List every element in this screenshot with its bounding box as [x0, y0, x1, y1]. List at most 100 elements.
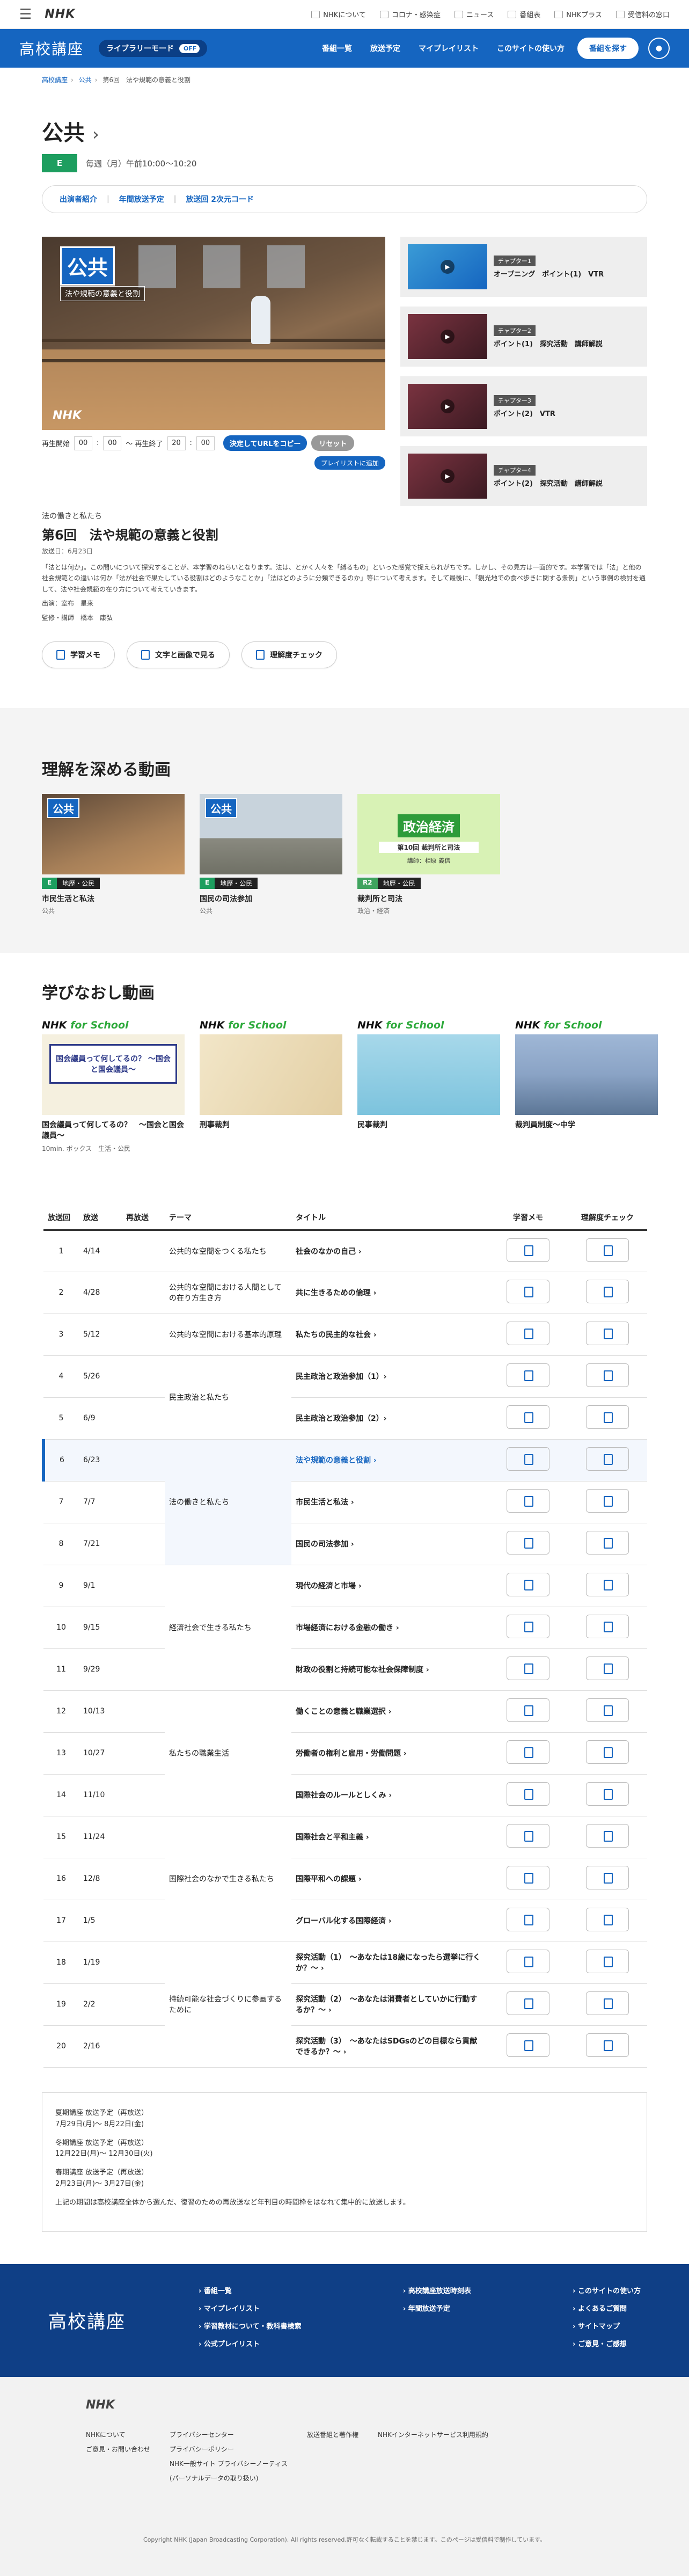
- link-schedule[interactable]: 番組表: [508, 9, 540, 19]
- quiz-check-button[interactable]: [586, 1447, 629, 1471]
- episode-title-link[interactable]: 探究活動（3） ～あなたはSDGsのどの目標なら貢献できるか？～ ›: [296, 2037, 477, 2056]
- episode-title-link[interactable]: 社会のなかの自己 ›: [296, 1247, 362, 1256]
- quiz-check-button[interactable]: [586, 1489, 629, 1513]
- quiz-check-button[interactable]: [586, 1991, 629, 2016]
- episode-title-link[interactable]: 私たちの民主的な社会 ›: [296, 1331, 377, 1339]
- study-memo-pdf-button[interactable]: [507, 1950, 549, 1974]
- quiz-check-button[interactable]: [586, 1322, 629, 1346]
- menu-icon[interactable]: ☰: [19, 6, 32, 23]
- quiz-check-button[interactable]: [586, 1908, 629, 1932]
- video-frame[interactable]: 公共 法や規範の意義と役割 NHK: [42, 237, 385, 430]
- quiz-check-button[interactable]: [586, 1782, 629, 1806]
- study-memo-pdf-button[interactable]: [507, 1405, 549, 1429]
- episode-title-link[interactable]: 民主政治と政治参加（1）›: [296, 1373, 387, 1381]
- quiz-check-button[interactable]: [586, 1866, 629, 1890]
- episode-title-link[interactable]: 財政の役割と持続可能な社会保障制度 ›: [296, 1666, 429, 1674]
- quiz-check-button[interactable]: [586, 1698, 629, 1723]
- episode-title-link[interactable]: 労働者の権利と雇用・労働問題 ›: [296, 1749, 407, 1758]
- episode-title-link[interactable]: 民主政治と政治参加（2）›: [296, 1414, 387, 1423]
- study-memo-pdf-button[interactable]: [507, 1740, 549, 1764]
- episode-title-link[interactable]: 探究活動（2） ～あなたは消費者としていかに行動するか？～ ›: [296, 1995, 477, 2015]
- copy-url-button[interactable]: 決定してURLをコピー: [223, 435, 307, 451]
- quiz-check-button[interactable]: [586, 1531, 629, 1555]
- episode-title-link[interactable]: グローバル化する国際経済 ›: [296, 1917, 392, 1925]
- study-memo-pdf-button[interactable]: [507, 1866, 549, 1890]
- user-icon[interactable]: ●: [648, 38, 670, 59]
- library-mode-toggle[interactable]: ライブラリーモード OFF: [99, 40, 208, 57]
- video-card[interactable]: NHK for School 裁判員制度～中学: [515, 1019, 658, 1153]
- episode-title-link[interactable]: 現代の経済と市場 ›: [296, 1582, 362, 1590]
- video-card[interactable]: 公共 E 地歴・公民 市民生活と私法 公共: [42, 793, 185, 915]
- episode-title-link[interactable]: 市場経済における金融の働き ›: [296, 1624, 399, 1632]
- episode-title-link[interactable]: 法や規範の意義と役割 ›: [296, 1456, 377, 1465]
- study-memo-pdf-button[interactable]: [507, 1615, 549, 1639]
- video-card[interactable]: 政治経済 第10回 裁判所と司法 講師：相原 義信 R2 地歴・公民 裁判所と司法 政…: [357, 793, 500, 915]
- breadcrumb-home[interactable]: 高校講座: [42, 76, 68, 84]
- start-second-input[interactable]: 00: [103, 436, 122, 450]
- link-about-nhk[interactable]: NHKについて: [311, 9, 366, 19]
- study-memo-pdf-button[interactable]: [507, 1656, 549, 1681]
- reset-button[interactable]: リセット: [311, 435, 355, 451]
- episode-title-link[interactable]: 国際社会と平和主義 ›: [296, 1833, 369, 1842]
- video-card[interactable]: NHK for School 刑事裁判: [200, 1019, 342, 1153]
- quiz-check-button[interactable]: [586, 1615, 629, 1639]
- link-fee[interactable]: 受信料の窓口: [615, 9, 670, 19]
- episode-title-link[interactable]: 共に生きるための倫理 ›: [296, 1289, 376, 1297]
- nav-how-to-use[interactable]: このサイトの使い方: [497, 43, 565, 54]
- quiz-check-button[interactable]: [586, 1238, 629, 1262]
- quiz-check-button[interactable]: [586, 1950, 629, 1974]
- video-card[interactable]: 公共 E 地歴・公民 国民の司法参加 公共: [200, 793, 342, 915]
- search-program-button[interactable]: 番組を探す: [577, 38, 639, 59]
- study-memo-pdf-button[interactable]: [507, 1280, 549, 1304]
- end-minute-input[interactable]: 20: [167, 436, 186, 450]
- text-image-button[interactable]: 文字と画像で見る: [127, 641, 230, 668]
- quiz-check-button[interactable]: [586, 1363, 629, 1388]
- study-memo-pdf-button[interactable]: [507, 1908, 549, 1932]
- episode-title-link[interactable]: 国際平和への課題 ›: [296, 1875, 362, 1884]
- page-title[interactable]: 公共 ›: [42, 115, 647, 147]
- cast-link[interactable]: 出演者紹介: [60, 194, 97, 205]
- annual-schedule-link[interactable]: 年間放送予定: [119, 194, 164, 205]
- quiz-check-button[interactable]: [586, 1280, 629, 1304]
- study-memo-pdf-button[interactable]: [507, 1782, 549, 1806]
- chapter-item[interactable]: ▶ チャプター4 ポイント(2) 探究活動 講師解説: [400, 446, 647, 506]
- study-memo-pdf-button[interactable]: [507, 1489, 549, 1513]
- nav-my-playlist[interactable]: マイプレイリスト: [419, 43, 479, 54]
- study-memo-pdf-button[interactable]: [507, 1991, 549, 2016]
- link-corona[interactable]: コロナ・感染症: [379, 9, 441, 19]
- quiz-check-button[interactable]: [586, 1573, 629, 1597]
- study-memo-pdf-button[interactable]: [507, 1363, 549, 1388]
- chapter-item[interactable]: ▶ チャプター1 オープニング ポイント(1) VTR: [400, 237, 647, 297]
- episode-title-link[interactable]: 市民生活と私法 ›: [296, 1498, 354, 1507]
- video-card[interactable]: NHK for School 民事裁判: [357, 1019, 500, 1153]
- nav-schedule[interactable]: 放送予定: [370, 43, 400, 54]
- study-memo-pdf-button[interactable]: [507, 1531, 549, 1555]
- site-logo[interactable]: 高校講座: [19, 38, 84, 59]
- episode-title-link[interactable]: 探究活動（1） ～あなたは18歳になったら選挙に行くか？～ ›: [296, 1953, 480, 1973]
- quiz-check-button[interactable]: [586, 1740, 629, 1764]
- link-news[interactable]: ニュース: [454, 9, 494, 19]
- study-memo-pdf-button[interactable]: [507, 2033, 549, 2057]
- breadcrumb-subject[interactable]: 公共: [79, 76, 92, 84]
- study-memo-button[interactable]: 学習メモ: [42, 641, 115, 668]
- footer-logo[interactable]: 高校講座: [48, 2307, 177, 2333]
- nhk-footer-logo[interactable]: NHK: [86, 2398, 603, 2412]
- episode-title-link[interactable]: 国際社会のルールとしくみ ›: [296, 1791, 392, 1800]
- nav-program-list[interactable]: 番組一覧: [322, 43, 352, 54]
- nhk-logo[interactable]: NHK: [45, 8, 75, 21]
- link-nhkplus[interactable]: NHKプラス: [554, 9, 602, 19]
- study-memo-pdf-button[interactable]: [507, 1238, 549, 1262]
- video-card[interactable]: NHK for School 国会議員って何してるの？ ～国会と国会議員～ 国会…: [42, 1019, 185, 1153]
- episode-title-link[interactable]: 働くことの意義と職業選択 ›: [296, 1707, 392, 1716]
- chapter-item[interactable]: ▶ チャプター2 ポイント(1) 探究活動 講師解説: [400, 307, 647, 367]
- start-minute-input[interactable]: 00: [74, 436, 93, 450]
- study-memo-pdf-button[interactable]: [507, 1698, 549, 1723]
- quiz-button[interactable]: 理解度チェック: [241, 641, 337, 668]
- episode-title-link[interactable]: 国民の司法参加 ›: [296, 1540, 354, 1549]
- quiz-check-button[interactable]: [586, 1656, 629, 1681]
- add-to-playlist-button[interactable]: プレイリストに追加: [314, 456, 385, 470]
- study-memo-pdf-button[interactable]: [507, 1573, 549, 1597]
- study-memo-pdf-button[interactable]: [507, 1322, 549, 1346]
- quiz-check-button[interactable]: [586, 1405, 629, 1429]
- quiz-check-button[interactable]: [586, 2033, 629, 2057]
